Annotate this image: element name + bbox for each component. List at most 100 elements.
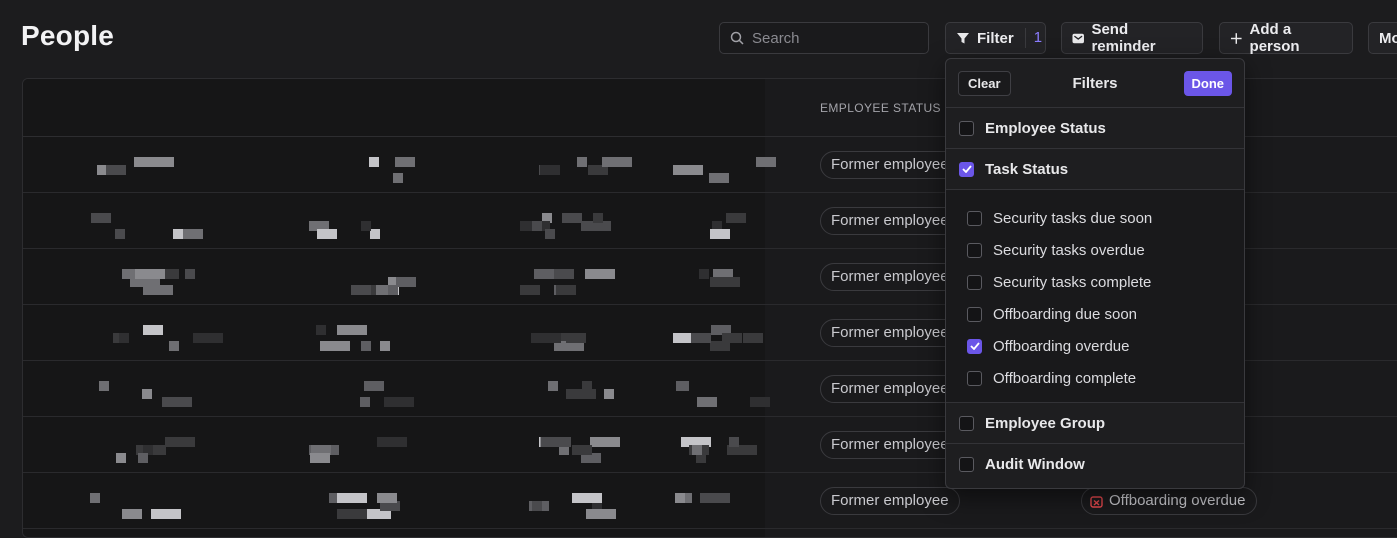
redacted-pixel xyxy=(370,229,380,239)
redacted-pixel xyxy=(90,493,100,503)
redacted-pixel xyxy=(393,173,403,183)
filter-section-label: Audit Window xyxy=(985,456,1085,473)
redacted-pixel xyxy=(562,213,582,223)
option-checkbox[interactable] xyxy=(967,210,982,226)
option-checkbox[interactable] xyxy=(967,338,982,354)
redacted-pixel xyxy=(143,325,163,335)
redacted-pixel xyxy=(691,333,711,343)
done-button[interactable]: Done xyxy=(1183,71,1232,96)
filter-section-task-status[interactable]: Task Status xyxy=(946,149,1244,190)
envelope-icon xyxy=(1072,33,1084,43)
redacted-pixel xyxy=(679,381,689,391)
redacted-pixel xyxy=(369,157,379,167)
filter-option-security-due-soon[interactable]: Security tasks due soon xyxy=(946,202,1244,234)
filter-option-security-complete[interactable]: Security tasks complete xyxy=(946,266,1244,298)
redacted-pixel xyxy=(106,165,126,175)
redacted-pixel xyxy=(320,341,350,351)
redacted-pixel xyxy=(351,285,371,295)
task-status-label: Offboarding overdue xyxy=(1109,492,1246,509)
redacted-pixel xyxy=(361,221,371,231)
option-checkbox[interactable] xyxy=(967,306,982,322)
redacted-pixel xyxy=(135,269,165,279)
search-input[interactable] xyxy=(752,29,912,47)
redacted-pixel xyxy=(572,445,592,455)
add-person-button[interactable]: Add a person xyxy=(1219,21,1353,55)
redacted-pixel xyxy=(673,165,703,175)
add-person-label: Add a person xyxy=(1249,21,1300,55)
redacted-pixel xyxy=(540,165,560,175)
checkmark-icon xyxy=(969,342,980,350)
redacted-pixel xyxy=(119,333,129,343)
option-checkbox[interactable] xyxy=(967,242,982,258)
redacted-pixel xyxy=(548,381,558,391)
task-status-checkbox[interactable] xyxy=(959,161,974,177)
filter-option-label: Offboarding complete xyxy=(993,369,1137,387)
redacted-pixel xyxy=(377,493,397,503)
task-status-options: Security tasks due soon Security tasks o… xyxy=(946,190,1244,403)
redacted-pixel xyxy=(554,269,574,279)
employee-status-checkbox[interactable] xyxy=(959,120,974,136)
redacted-pixel xyxy=(384,397,414,407)
redacted-pixel xyxy=(673,333,693,343)
redacted-pixel xyxy=(556,285,576,295)
more-button-label: Mo xyxy=(1379,29,1397,47)
redacted-pixel xyxy=(604,389,614,399)
filter-option-security-overdue[interactable]: Security tasks overdue xyxy=(946,234,1244,266)
audit-window-checkbox[interactable] xyxy=(959,457,974,472)
redacted-pixel xyxy=(531,333,561,343)
redacted-pixel xyxy=(520,285,540,295)
redacted-pixel xyxy=(364,381,384,391)
filter-section-employee-group[interactable]: Employee Group xyxy=(946,403,1244,444)
redacted-pixel xyxy=(699,269,709,279)
option-checkbox[interactable] xyxy=(967,370,982,386)
plus-icon xyxy=(1230,32,1242,44)
redacted-pixel xyxy=(756,157,776,167)
redacted-pixel xyxy=(165,437,195,447)
redacted-pixel xyxy=(586,509,616,519)
more-button[interactable]: Mo xyxy=(1368,22,1397,54)
redacted-pixel xyxy=(534,269,554,279)
employee-status-badge: Former employee xyxy=(820,207,960,235)
redacted-pixel xyxy=(115,229,125,239)
send-reminder-label: Send reminder xyxy=(1091,21,1156,55)
employee-group-checkbox[interactable] xyxy=(959,415,974,431)
redacted-pixel xyxy=(532,501,542,511)
redacted-pixel xyxy=(142,389,152,399)
employee-status-badge: Former employee xyxy=(820,375,960,403)
filter-option-offboarding-complete[interactable]: Offboarding complete xyxy=(946,362,1244,394)
redacted-pixel xyxy=(162,397,192,407)
filter-option-label: Security tasks overdue xyxy=(993,241,1145,259)
redacted-pixel xyxy=(151,509,181,519)
redacted-pixel xyxy=(310,453,330,463)
filter-icon xyxy=(957,33,969,44)
redacted-pixel xyxy=(566,389,596,399)
redacted-pixel xyxy=(709,173,729,183)
redacted-pixel xyxy=(183,229,203,239)
employee-status-badge: Former employee xyxy=(820,431,960,459)
redacted-pixel xyxy=(729,437,739,447)
filter-option-label: Offboarding due soon xyxy=(993,305,1138,323)
filter-option-offboarding-due-soon[interactable]: Offboarding due soon xyxy=(946,298,1244,330)
redacted-pixel xyxy=(337,493,367,503)
search-box[interactable] xyxy=(719,22,929,54)
filter-section-audit-window[interactable]: Audit Window xyxy=(946,444,1244,485)
page-title: People xyxy=(21,20,115,51)
redacted-pixel xyxy=(697,397,717,407)
redacted-pixel xyxy=(700,493,730,503)
redacted-pixel xyxy=(138,453,148,463)
search-icon xyxy=(730,31,744,45)
redacted-pixel xyxy=(377,437,407,447)
employee-status-badge: Former employee xyxy=(820,487,960,515)
send-reminder-button[interactable]: Send reminder xyxy=(1061,21,1203,55)
filter-button[interactable]: Filter 1 xyxy=(945,22,1046,54)
filter-option-label: Offboarding overdue xyxy=(993,337,1130,355)
employee-status-badge: Former employee xyxy=(820,263,960,291)
redacted-pixel xyxy=(134,157,164,167)
redacted-pixel xyxy=(545,229,555,239)
redacted-pixel xyxy=(710,229,730,239)
filter-option-offboarding-overdue[interactable]: Offboarding overdue xyxy=(946,330,1244,362)
redacted-pixel xyxy=(116,453,126,463)
employee-status-badge: Former employee xyxy=(820,151,960,179)
option-checkbox[interactable] xyxy=(967,274,982,290)
filter-section-employee-status[interactable]: Employee Status xyxy=(946,108,1244,149)
